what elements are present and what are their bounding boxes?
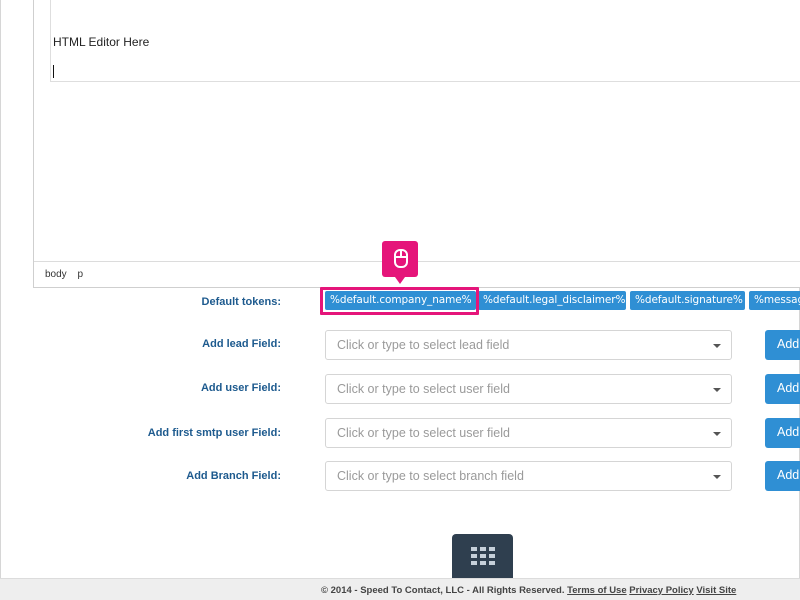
lead-field-placeholder: Click or type to select lead field xyxy=(337,338,510,352)
token-signature[interactable]: %default.signature% xyxy=(630,291,745,310)
chevron-down-icon xyxy=(713,344,721,348)
chevron-down-icon xyxy=(713,475,721,479)
chevron-down-icon xyxy=(713,432,721,436)
terms-link[interactable]: Terms of Use xyxy=(567,585,626,596)
token-message[interactable]: %message xyxy=(749,291,800,310)
path-item-body[interactable]: body xyxy=(45,269,67,280)
add-branch-field-button[interactable]: Add xyxy=(765,461,800,491)
add-smtp-user-field-button[interactable]: Add xyxy=(765,418,800,448)
mouse-icon xyxy=(394,249,408,268)
smtp-user-field-placeholder: Click or type to select user field xyxy=(337,426,510,440)
branch-field-select[interactable]: Click or type to select branch field xyxy=(325,461,732,491)
path-item-p[interactable]: p xyxy=(77,269,83,280)
token-legal-disclaimer[interactable]: %default.legal_disclaimer% xyxy=(478,291,626,310)
click-indicator xyxy=(382,241,418,284)
smtp-user-field-label: Add first smtp user Field: xyxy=(147,427,281,439)
user-field-placeholder: Click or type to select user field xyxy=(337,382,510,396)
editor-text: HTML Editor Here xyxy=(53,35,150,49)
copyright-text: © 2014 - Speed To Contact, LLC - All Rig… xyxy=(321,585,565,596)
default-tokens-label: Default tokens: xyxy=(201,296,281,308)
editor-content-area[interactable]: HTML Editor Here xyxy=(50,0,800,82)
click-highlight-box xyxy=(320,287,479,315)
branch-field-placeholder: Click or type to select branch field xyxy=(337,469,524,483)
smtp-user-field-select[interactable]: Click or type to select user field xyxy=(325,418,732,448)
app-grid-button[interactable] xyxy=(452,534,513,578)
branch-field-label: Add Branch Field: xyxy=(186,470,281,482)
footer: © 2014 - Speed To Contact, LLC - All Rig… xyxy=(0,578,800,600)
visit-site-link[interactable]: Visit Site xyxy=(696,585,736,596)
lead-field-label: Add lead Field: xyxy=(202,338,281,350)
text-caret xyxy=(53,65,54,78)
lead-field-select[interactable]: Click or type to select lead field xyxy=(325,330,732,360)
element-path: body p xyxy=(45,269,91,280)
grid-icon xyxy=(471,547,495,565)
user-field-select[interactable]: Click or type to select user field xyxy=(325,374,732,404)
user-field-label: Add user Field: xyxy=(200,382,281,394)
chevron-down-icon xyxy=(713,388,721,392)
add-user-field-button[interactable]: Add xyxy=(765,374,800,404)
privacy-link[interactable]: Privacy Policy xyxy=(629,585,693,596)
footer-text: © 2014 - Speed To Contact, LLC - All Rig… xyxy=(321,585,736,596)
add-lead-field-button[interactable]: Add xyxy=(765,330,800,360)
